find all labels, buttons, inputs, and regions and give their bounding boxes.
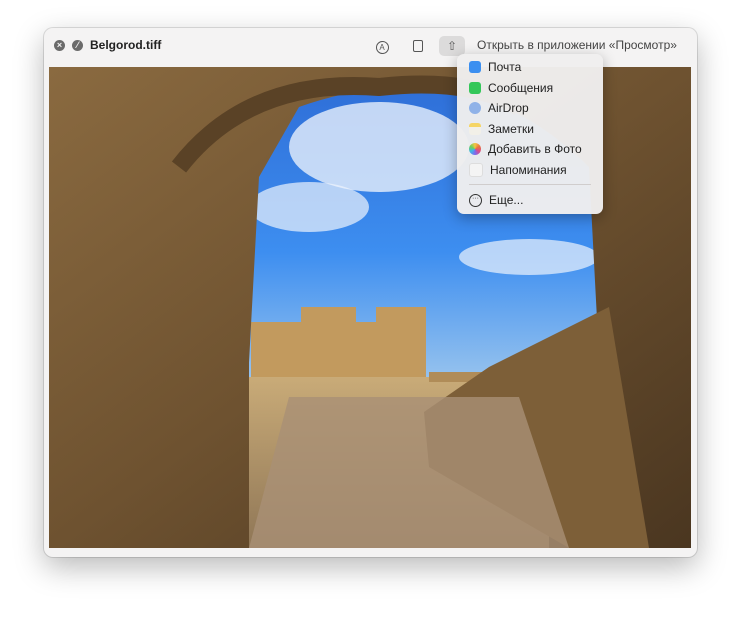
notes-icon xyxy=(469,123,481,135)
mail-icon xyxy=(469,61,481,73)
menu-label: AirDrop xyxy=(488,101,529,115)
reminders-icon xyxy=(469,163,483,177)
messages-icon xyxy=(469,82,481,94)
share-mail[interactable]: Почта xyxy=(457,57,603,77)
share-more[interactable]: ··· Еще... xyxy=(457,190,603,210)
menu-divider xyxy=(469,184,591,185)
menu-label: Заметки xyxy=(488,122,534,136)
close-button[interactable]: × xyxy=(54,40,65,51)
share-button[interactable]: ⇧ xyxy=(439,36,465,56)
share-reminders[interactable]: Напоминания xyxy=(457,160,603,180)
photos-icon xyxy=(469,143,481,155)
fullscreen-button[interactable]: ⁄ xyxy=(72,40,83,51)
menu-label: Напоминания xyxy=(490,163,567,177)
menu-label: Сообщения xyxy=(488,81,554,95)
share-menu: Почта Сообщения AirDrop Заметки Добавить… xyxy=(457,54,603,214)
more-icon: ··· xyxy=(469,193,482,207)
share-photos[interactable]: Добавить в Фото xyxy=(457,139,603,159)
menu-label: Почта xyxy=(488,60,522,74)
rotate-icon[interactable] xyxy=(410,36,426,56)
share-messages[interactable]: Сообщения xyxy=(457,78,603,98)
share-airdrop[interactable]: AirDrop xyxy=(457,98,603,118)
share-notes[interactable]: Заметки xyxy=(457,119,603,139)
menu-label: Еще... xyxy=(489,193,524,207)
file-title: Belgorod.tiff xyxy=(90,38,162,52)
markup-icon[interactable]: A xyxy=(374,36,390,56)
airdrop-icon xyxy=(469,102,481,114)
menu-label: Добавить в Фото xyxy=(488,142,582,156)
open-in-preview-button[interactable]: Открыть в приложении «Просмотр» xyxy=(477,38,677,52)
